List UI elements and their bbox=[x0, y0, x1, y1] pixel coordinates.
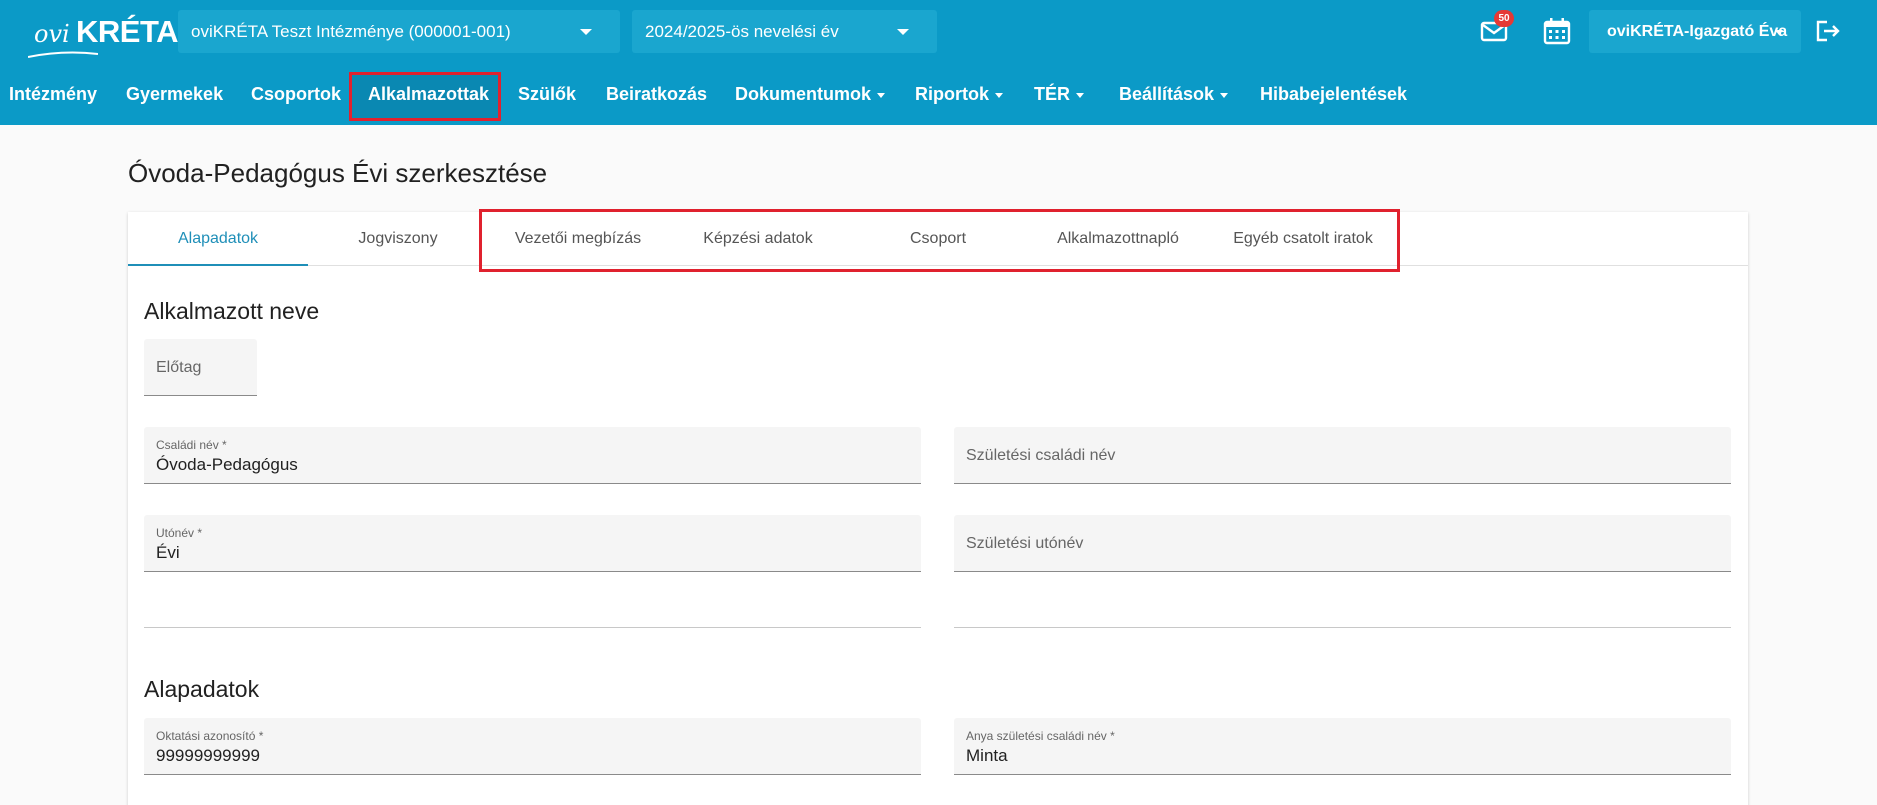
mother-birth-name-field[interactable]: Anya születési családi név * Minta bbox=[954, 718, 1731, 775]
nav-item-intezmeny[interactable]: Intézmény bbox=[9, 63, 97, 125]
nav-item-gyermekek[interactable]: Gyermekek bbox=[126, 63, 223, 125]
nav-item-beiratkozas[interactable]: Beiratkozás bbox=[606, 63, 707, 125]
mother-birth-name-label: Anya születési családi név * bbox=[966, 729, 1115, 743]
tab-alapadatok[interactable]: Alapadatok bbox=[128, 212, 308, 266]
nav-item-dokumentumok[interactable]: Dokumentumok bbox=[735, 63, 886, 125]
school-year-select-value: 2024/2025-ös nevelési év bbox=[645, 22, 839, 41]
chevron-down-icon bbox=[580, 29, 592, 35]
prefix-field[interactable]: Előtag bbox=[144, 339, 257, 396]
birth-family-name-field[interactable]: Születési családi név bbox=[954, 427, 1731, 484]
chevron-down-icon bbox=[877, 92, 886, 98]
page-title: Óvoda-Pedagógus Évi szerkesztése bbox=[128, 158, 548, 188]
education-id-value: 99999999999 bbox=[156, 746, 261, 765]
family-name-value: Óvoda-Pedagógus bbox=[156, 455, 298, 474]
calendar-button[interactable] bbox=[1540, 14, 1574, 48]
logo-name: KRÉTA bbox=[76, 14, 178, 49]
nav-item-hibabejelentesek[interactable]: Hibabejelentések bbox=[1260, 63, 1407, 125]
logo-swoosh-icon bbox=[28, 51, 98, 58]
chevron-down-icon bbox=[995, 92, 1003, 98]
education-id-field[interactable]: Oktatási azonosító * 99999999999 bbox=[144, 718, 921, 775]
tabs-highlight-box bbox=[479, 209, 1400, 272]
birth-family-name-placeholder: Születési családi név bbox=[966, 447, 1116, 464]
top-bar: ovi KRÉTA oviKRÉTA Teszt Intézménye (000… bbox=[0, 0, 1877, 63]
chevron-down-icon bbox=[1076, 92, 1084, 98]
calendar-icon bbox=[1543, 18, 1571, 45]
chevron-down-icon bbox=[1220, 92, 1229, 98]
prefix-placeholder: Előtag bbox=[156, 359, 202, 376]
given-name-field[interactable]: Utónév * Évi bbox=[144, 515, 921, 572]
nav-item-label: TÉR bbox=[1034, 84, 1070, 104]
empty-field-underline[interactable] bbox=[954, 627, 1731, 628]
section-title-name: Alkalmazott neve bbox=[144, 298, 320, 324]
nav-item-csoportok[interactable]: Csoportok bbox=[251, 63, 341, 125]
mother-birth-name-value: Minta bbox=[966, 746, 1008, 765]
nav-item-ter[interactable]: TÉR bbox=[1034, 63, 1084, 125]
nav-item-label: Dokumentumok bbox=[735, 84, 872, 104]
given-name-label: Utónév * bbox=[156, 526, 203, 540]
app-logo[interactable]: ovi KRÉTA bbox=[26, 10, 178, 58]
edit-form-card: Alapadatok Jogviszony Vezetői megbízás K… bbox=[128, 212, 1748, 805]
tab-jogviszony[interactable]: Jogviszony bbox=[308, 212, 488, 266]
school-year-select[interactable]: 2024/2025-ös nevelési év bbox=[632, 10, 937, 53]
user-name: oviKRÉTA-Igazgató Éva bbox=[1607, 23, 1788, 40]
birth-given-name-field[interactable]: Születési utónév bbox=[954, 515, 1731, 572]
institution-select-value: oviKRÉTA Teszt Intézménye (000001-001) bbox=[191, 22, 511, 41]
messages-count-badge: 50 bbox=[1494, 10, 1514, 27]
empty-field-underline[interactable] bbox=[144, 627, 921, 628]
chevron-down-icon bbox=[897, 29, 909, 35]
logout-button[interactable] bbox=[1810, 14, 1844, 48]
given-name-value: Évi bbox=[156, 543, 180, 562]
logo-prefix: ovi bbox=[34, 20, 70, 48]
nav-item-label: Beállítások bbox=[1119, 84, 1215, 104]
family-name-field[interactable]: Családi név * Óvoda-Pedagógus bbox=[144, 427, 921, 484]
family-name-label: Családi név * bbox=[156, 438, 227, 452]
section-title-basic: Alapadatok bbox=[144, 676, 260, 702]
education-id-label: Oktatási azonosító * bbox=[156, 729, 264, 743]
nav-item-szulok[interactable]: Szülők bbox=[518, 63, 576, 125]
nav-item-riportok[interactable]: Riportok bbox=[915, 63, 1003, 125]
institution-select[interactable]: oviKRÉTA Teszt Intézménye (000001-001) bbox=[178, 10, 620, 53]
user-menu-button[interactable]: oviKRÉTA-Igazgató Éva bbox=[1589, 10, 1801, 53]
birth-given-name-placeholder: Születési utónév bbox=[966, 535, 1084, 552]
logout-icon bbox=[1816, 20, 1840, 42]
nav-item-beallitasok[interactable]: Beállítások bbox=[1119, 63, 1229, 125]
nav-item-label: Riportok bbox=[915, 84, 989, 104]
chevron-down-icon bbox=[1775, 30, 1783, 35]
nav-item-alkalmazottak[interactable]: Alkalmazottak bbox=[368, 63, 489, 125]
